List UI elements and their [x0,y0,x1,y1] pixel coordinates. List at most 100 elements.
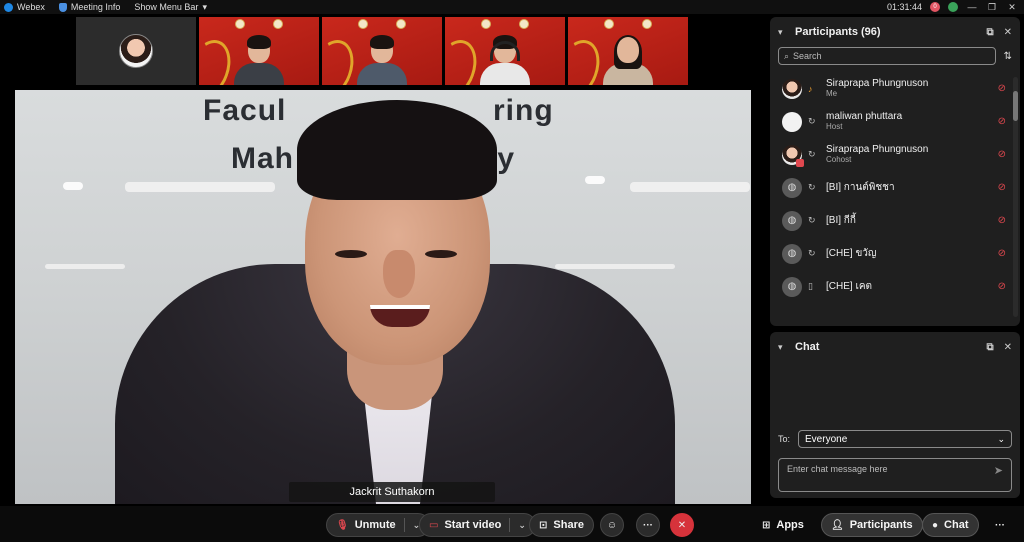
audio-status-icon: ♪ [808,83,813,94]
share-label: Share [553,519,584,531]
list-item[interactable]: ◍ ↻ [CHE] ขวัญ ⊘ [770,237,1020,270]
mic-muted-icon[interactable]: ⊘ [998,83,1006,94]
participants-button[interactable]: 👤︎ Participants [821,513,923,537]
chat-button[interactable]: ● Chat [922,513,979,537]
participants-panel: ▾ Participants (96) ⧉ ✕ ⌕ Search ⇅ ♪ Sir… [770,17,1020,326]
participant-name: Siraprapa Phungnuson [826,78,929,89]
phone-icon: ▯ [808,281,813,291]
show-menu-bar-button[interactable]: Show Menu Bar ▾ [134,2,207,13]
avatar [782,144,804,167]
overflow-menu-button[interactable]: ··· [988,513,1012,537]
minimize-icon[interactable]: — [966,2,978,12]
meeting-info-button[interactable]: Meeting Info [58,2,120,12]
mic-muted-icon[interactable]: ⊘ [998,182,1006,193]
apps-button[interactable]: ⊞ Apps [752,513,814,537]
pop-out-icon[interactable]: ⧉ [986,342,993,353]
participant-video-tile[interactable] [568,17,688,85]
active-speaker-video[interactable]: Facul ring Mah ity Jackrit Suthakorn [15,90,751,504]
mic-muted-icon[interactable]: ⊘ [998,248,1006,259]
list-item[interactable]: ♪ Siraprapa Phungnuson Me ⊘ [770,72,1020,105]
chat-to-label: To: [778,434,791,444]
sync-icon: ↻ [808,149,816,159]
share-button[interactable]: ⊡ Share [529,513,594,537]
mic-muted-icon[interactable]: ⊘ [998,215,1006,226]
list-item[interactable]: ◍ ▯ [CHE] เคต ⊘ [770,270,1020,303]
participant-search-input[interactable]: ⌕ Search [778,47,996,65]
sync-icon: ↻ [808,116,816,126]
more-icon: ··· [643,519,653,531]
participants-label: Participants [849,519,913,531]
participant-role: Cohost [826,155,852,164]
sync-icon: ↻ [808,215,816,225]
start-video-button[interactable]: ▭ Start video ⌄ [419,513,536,537]
restore-icon[interactable]: ❐ [986,2,998,13]
collapse-chevron-icon[interactable]: ▾ [778,27,790,38]
user-icon: ◍ [782,243,802,264]
participant-video-person [603,35,653,85]
avatar [782,111,802,132]
participant-list-scrollbar[interactable] [1013,77,1018,317]
apps-label: Apps [776,519,804,531]
participant-role: Me [826,89,838,98]
shield-icon [58,2,67,12]
participant-name: [BI] กานต์พิชชา [826,182,895,193]
close-icon[interactable]: ✕ [1004,342,1012,353]
participant-video-tile[interactable] [322,17,442,85]
sync-icon: ↻ [808,248,816,258]
sort-icon[interactable]: ⇅ [1004,51,1012,62]
status-indicator-icon[interactable] [948,2,958,12]
participant-video-tile[interactable] [445,17,565,85]
unmute-label: Unmute [354,519,396,531]
unmute-button[interactable]: 🎙︎ Unmute ⌄ [326,513,431,537]
chat-input-placeholder: Enter chat message here [787,464,888,474]
participant-name: [CHE] เคต [826,281,873,292]
participant-name: [BI] กีกี้ [826,215,856,226]
list-item[interactable]: ◍ ↻ [BI] กีกี้ ⊘ [770,204,1020,237]
collapse-chevron-icon[interactable]: ▾ [778,342,790,353]
title-bar-right: 01:31:44 0 — ❐ ✕ [887,0,1018,14]
reactions-button[interactable]: ☺ [600,513,624,537]
chat-message-input[interactable]: Enter chat message here ➤ [778,458,1012,492]
mic-muted-icon[interactable]: ⊘ [998,281,1006,292]
speaker-figure [115,90,675,504]
app-name: Webex [17,2,45,12]
more-options-button[interactable]: ··· [636,513,660,537]
participant-video-tile[interactable] [199,17,319,85]
more-icon: ··· [995,519,1005,531]
chevron-down-icon[interactable]: ⌄ [518,520,526,531]
close-icon: ✕ [677,519,687,531]
meeting-timer: 01:31:44 [886,2,922,12]
self-video-tile[interactable] [76,17,196,85]
chat-recipient-select[interactable]: Everyone ⌄ [798,430,1012,448]
start-video-label: Start video [444,519,502,531]
participant-name: [CHE] ขวัญ [826,248,877,259]
emoji-icon: ☺ [606,519,618,531]
send-icon[interactable]: ➤ [994,464,1003,477]
participant-list: ♪ Siraprapa Phungnuson Me ⊘ ↻ maliwan ph… [770,72,1020,303]
participants-panel-header: ▾ Participants (96) ⧉ ✕ [770,17,1020,47]
notification-badge[interactable]: 0 [930,2,940,12]
chat-title: Chat [795,341,820,353]
speaker-name-label: Jackrit Suthakorn [289,482,495,502]
close-icon[interactable]: ✕ [1004,27,1012,38]
close-icon[interactable]: ✕ [1006,2,1018,13]
mic-muted-icon[interactable]: ⊘ [998,116,1006,127]
chat-bubble-icon: ● [932,519,939,531]
list-item[interactable]: ↻ Siraprapa Phungnuson Cohost ⊘ [770,138,1020,171]
participant-role: Host [826,122,843,131]
apps-grid-icon: ⊞ [762,519,771,531]
meeting-controls-bar: 🎙︎ Unmute ⌄ ▭ Start video ⌄ ⊡ Share ☺ ··… [0,506,1024,542]
list-item[interactable]: ↻ maliwan phuttara Host ⊘ [770,105,1020,138]
user-icon: ◍ [782,210,802,231]
pop-out-icon[interactable]: ⧉ [986,27,993,38]
mic-muted-icon[interactable]: ⊘ [998,149,1006,160]
list-item[interactable]: ◍ ↻ [BI] กานต์พิชชา ⊘ [770,171,1020,204]
self-avatar [119,34,153,68]
leave-meeting-button[interactable]: ✕ [670,513,694,537]
participant-video-person [480,35,530,85]
chat-recipient-value: Everyone [805,433,848,445]
share-icon: ⊡ [539,519,548,531]
search-icon: ⌕ [784,50,790,61]
video-off-icon: ▭ [429,519,439,531]
title-bar: Webex Meeting Info Show Menu Bar ▾ 01:31… [0,0,1024,14]
